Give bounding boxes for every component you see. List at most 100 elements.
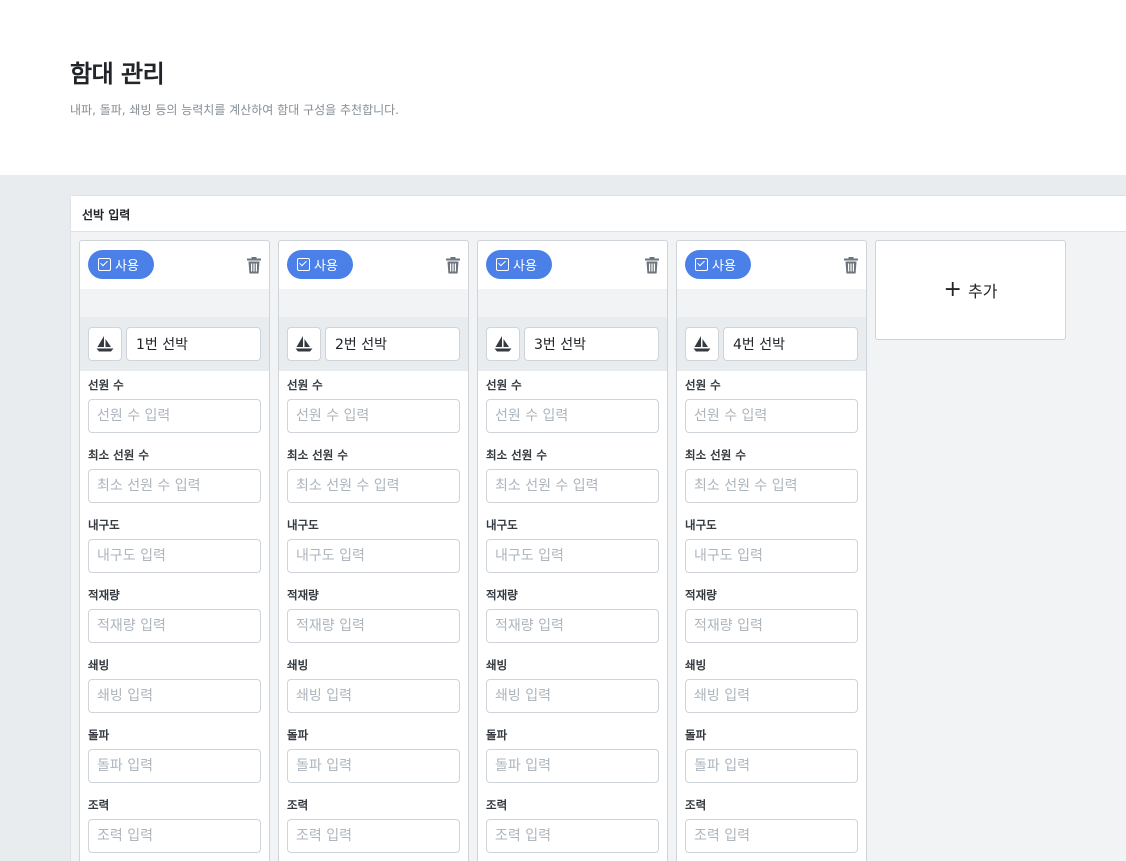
stat-field-label: 최소 선원 수 xyxy=(685,448,746,462)
card-top-bar: 사용 xyxy=(677,241,866,289)
ship-icon-button[interactable] xyxy=(486,327,520,361)
stat-field-input[interactable] xyxy=(685,469,858,503)
ship-icon-button[interactable] xyxy=(287,327,321,361)
ship-name-input[interactable] xyxy=(126,327,261,361)
card-spacer xyxy=(478,289,667,317)
stat-field-input[interactable] xyxy=(88,539,261,573)
stat-field: 돌파 xyxy=(88,727,261,783)
use-toggle-button[interactable]: 사용 xyxy=(486,250,552,279)
stat-field-input[interactable] xyxy=(88,399,261,433)
stat-field: 돌파 xyxy=(486,727,659,783)
plus-icon: + xyxy=(943,277,962,302)
stat-field-label: 최소 선원 수 xyxy=(287,448,348,462)
stat-field-input[interactable] xyxy=(88,819,261,853)
ship-icon-button[interactable] xyxy=(88,327,122,361)
stat-field: 쇄빙 xyxy=(685,657,858,713)
stat-field: 최소 선원 수 xyxy=(685,447,858,503)
stat-field: 쇄빙 xyxy=(486,657,659,713)
stat-field-label: 돌파 xyxy=(287,728,309,742)
stat-field: 선원 수 xyxy=(287,377,460,433)
page-title: 함대 관리 xyxy=(70,60,165,88)
ship-card: 사용선원 수최소 선원 수내구도적재량쇄빙돌파조력 xyxy=(477,240,668,861)
add-ship-button[interactable]: + 추가 xyxy=(875,240,1066,340)
stat-field-input[interactable] xyxy=(685,819,858,853)
sailboat-icon xyxy=(494,336,512,352)
stat-field-input[interactable] xyxy=(88,609,261,643)
trash-icon[interactable] xyxy=(446,257,460,274)
ship-card: 사용선원 수최소 선원 수내구도적재량쇄빙돌파조력 xyxy=(79,240,270,861)
stat-field-input[interactable] xyxy=(486,819,659,853)
stat-field-label: 돌파 xyxy=(685,728,707,742)
stat-field-input[interactable] xyxy=(88,749,261,783)
stat-field-input[interactable] xyxy=(287,749,460,783)
ship-name-input[interactable] xyxy=(524,327,659,361)
stat-field-input[interactable] xyxy=(685,679,858,713)
stat-field-label: 적재량 xyxy=(287,588,319,602)
stat-field-label: 쇄빙 xyxy=(287,658,309,672)
use-toggle-button[interactable]: 사용 xyxy=(685,250,751,279)
checkbox-icon xyxy=(98,258,111,271)
stat-field: 내구도 xyxy=(685,517,858,573)
stat-field-label: 적재량 xyxy=(486,588,518,602)
card-top-bar: 사용 xyxy=(80,241,269,289)
sailboat-icon xyxy=(96,336,114,352)
stat-field-input[interactable] xyxy=(287,539,460,573)
ship-card: 사용선원 수최소 선원 수내구도적재량쇄빙돌파조력 xyxy=(278,240,469,861)
ship-name-input[interactable] xyxy=(325,327,460,361)
use-label: 사용 xyxy=(115,259,139,274)
ship-input-panel: 선박 입력 사용선원 수최소 선원 수내구도적재량쇄빙돌파조력사용선원 수최소 … xyxy=(70,195,1126,861)
stat-field-input[interactable] xyxy=(287,679,460,713)
stat-field-input[interactable] xyxy=(685,399,858,433)
stat-field: 돌파 xyxy=(685,727,858,783)
stat-field-input[interactable] xyxy=(486,469,659,503)
stat-field-input[interactable] xyxy=(287,609,460,643)
use-label: 사용 xyxy=(513,259,537,274)
ship-name-row xyxy=(677,317,866,371)
stat-field-input[interactable] xyxy=(486,609,659,643)
trash-icon[interactable] xyxy=(247,257,261,274)
stat-field-label: 최소 선원 수 xyxy=(486,448,547,462)
page-header: 함대 관리 내파, 돌파, 쇄빙 등의 능력치를 계산하여 함대 구성을 추천합… xyxy=(0,0,1126,175)
stat-field-label: 돌파 xyxy=(88,728,110,742)
stat-field-input[interactable] xyxy=(685,539,858,573)
stat-field-label: 내구도 xyxy=(88,518,120,532)
stat-field-input[interactable] xyxy=(88,469,261,503)
stat-field-label: 쇄빙 xyxy=(685,658,707,672)
stat-field-label: 내구도 xyxy=(685,518,717,532)
ship-name-row xyxy=(80,317,269,371)
stat-field: 쇄빙 xyxy=(287,657,460,713)
add-ship-label: 추가 xyxy=(967,282,998,301)
stat-field-input[interactable] xyxy=(486,749,659,783)
stat-field: 쇄빙 xyxy=(88,657,261,713)
stat-field-input[interactable] xyxy=(486,679,659,713)
stat-field: 적재량 xyxy=(287,587,460,643)
stat-field-input[interactable] xyxy=(486,399,659,433)
page-subtitle: 내파, 돌파, 쇄빙 등의 능력치를 계산하여 함대 구성을 추천합니다. xyxy=(70,103,400,117)
stat-field-label: 최소 선원 수 xyxy=(88,448,149,462)
card-spacer xyxy=(279,289,468,317)
stat-field-label: 선원 수 xyxy=(88,378,124,392)
stat-field: 선원 수 xyxy=(486,377,659,433)
stat-field-label: 선원 수 xyxy=(287,378,323,392)
stat-field-input[interactable] xyxy=(486,539,659,573)
use-toggle-button[interactable]: 사용 xyxy=(287,250,353,279)
stat-field-label: 적재량 xyxy=(685,588,717,602)
stat-field-input[interactable] xyxy=(287,399,460,433)
stat-field: 조력 xyxy=(685,797,858,853)
stat-field-input[interactable] xyxy=(88,679,261,713)
stat-field-label: 조력 xyxy=(486,798,508,812)
stat-field-label: 조력 xyxy=(287,798,309,812)
stat-field-input[interactable] xyxy=(287,469,460,503)
trash-icon[interactable] xyxy=(645,257,659,274)
main-area: 선박 입력 사용선원 수최소 선원 수내구도적재량쇄빙돌파조력사용선원 수최소 … xyxy=(0,175,1126,861)
ship-name-input[interactable] xyxy=(723,327,858,361)
stat-field-input[interactable] xyxy=(685,749,858,783)
stat-field-input[interactable] xyxy=(287,819,460,853)
trash-icon[interactable] xyxy=(844,257,858,274)
ship-icon-button[interactable] xyxy=(685,327,719,361)
use-toggle-button[interactable]: 사용 xyxy=(88,250,154,279)
stat-field-label: 쇄빙 xyxy=(88,658,110,672)
stat-field-label: 쇄빙 xyxy=(486,658,508,672)
stat-field-input[interactable] xyxy=(685,609,858,643)
stat-field: 최소 선원 수 xyxy=(287,447,460,503)
